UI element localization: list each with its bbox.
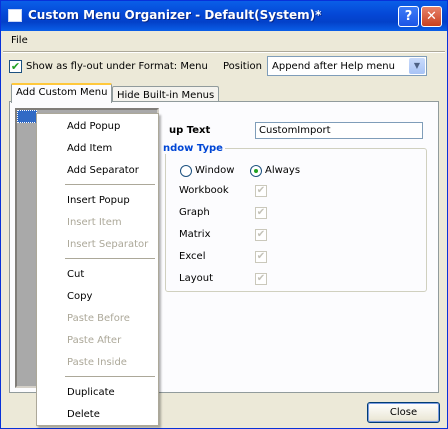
window-type-graph-label: Graph: [179, 207, 210, 218]
layout-checkbox: ✔: [255, 273, 267, 285]
menu-separator: [65, 376, 155, 377]
dialog-window: Custom Menu Organizer - Default(System)*…: [0, 0, 448, 429]
menu-item-paste-after: Paste After: [67, 335, 122, 346]
menu-item-paste-before: Paste Before: [67, 313, 130, 324]
position-select[interactable]: Append after Help menu ▼: [267, 56, 427, 76]
radio-selected-dot: [254, 169, 258, 173]
tree-selected-item[interactable]: [17, 110, 37, 123]
help-button[interactable]: ?: [398, 6, 419, 27]
close-button[interactable]: Close: [367, 402, 440, 423]
menu-separator: [65, 184, 155, 185]
window-type-title: ndow Type: [163, 143, 225, 154]
flyout-checkbox-label[interactable]: Show as fly-out under Format: Menu: [26, 61, 208, 72]
menu-item-add-item[interactable]: Add Item: [67, 143, 112, 154]
popup-text-input[interactable]: CustomImport: [255, 122, 423, 139]
graph-checkbox: ✔: [255, 207, 267, 219]
menu-separator: [65, 258, 155, 259]
menu-file[interactable]: File: [11, 35, 28, 46]
chevron-down-icon[interactable]: ▼: [409, 58, 425, 74]
position-label: Position: [223, 61, 262, 72]
app-window-icon: [8, 9, 22, 22]
title-bar[interactable]: Custom Menu Organizer - Default(System)*…: [1, 1, 447, 31]
menu-item-insert-item: Insert Item: [67, 217, 122, 228]
menu-item-copy[interactable]: Copy: [67, 291, 92, 302]
window-type-matrix-label: Matrix: [179, 229, 211, 240]
radio-always[interactable]: [250, 165, 262, 177]
flyout-checkbox[interactable]: ✔: [9, 60, 22, 73]
menu-item-delete[interactable]: Delete: [67, 409, 100, 420]
menu-item-insert-popup[interactable]: Insert Popup: [67, 195, 130, 206]
position-select-value: Append after Help menu: [272, 61, 395, 72]
menu-item-paste-inside: Paste Inside: [67, 357, 127, 368]
menu-item-cut[interactable]: Cut: [67, 269, 84, 280]
radio-window[interactable]: [180, 165, 192, 177]
window-type-workbook-label: Workbook: [179, 185, 229, 196]
radio-window-label[interactable]: Window: [195, 165, 234, 176]
menu-item-insert-separator: Insert Separator: [67, 239, 149, 250]
window-type-layout-label: Layout: [179, 273, 213, 284]
menu-bar: File: [1, 31, 447, 50]
menu-item-add-popup[interactable]: Add Popup: [67, 121, 120, 132]
menu-item-add-separator[interactable]: Add Separator: [67, 165, 139, 176]
context-menu: Add Popup Add Item Add Separator Insert …: [36, 113, 159, 426]
workbook-checkbox: ✔: [255, 185, 267, 197]
window-type-excel-label: Excel: [179, 251, 206, 262]
window-close-button[interactable]: ✕: [421, 6, 442, 27]
menubar-divider: [3, 51, 445, 53]
tab-add-custom-menu[interactable]: Add Custom Menu: [11, 83, 113, 103]
window-title: Custom Menu Organizer - Default(System)*: [28, 8, 322, 22]
excel-checkbox: ✔: [255, 251, 267, 263]
radio-always-label[interactable]: Always: [265, 165, 300, 176]
matrix-checkbox: ✔: [255, 229, 267, 241]
popup-text-label: up Text: [169, 125, 211, 136]
menu-item-duplicate[interactable]: Duplicate: [67, 387, 115, 398]
